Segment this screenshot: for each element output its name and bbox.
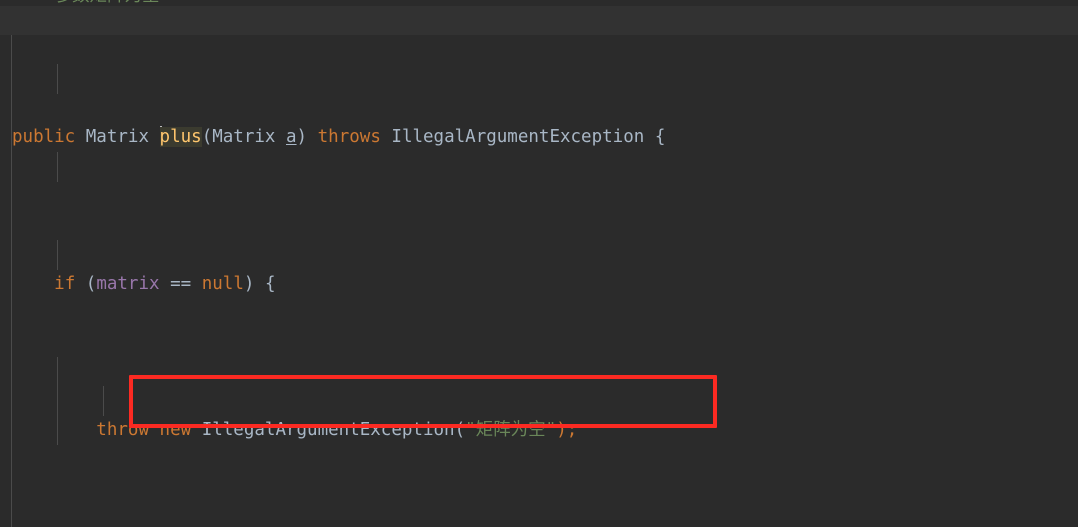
token-type-matrix: Matrix — [85, 127, 149, 148]
token-string-matrix-empty: "矩阵为空" — [465, 420, 557, 441]
code-line-1[interactable]: public Matrix plus(Matrix a) throws Ille… — [0, 123, 1078, 152]
token-paren-open: ( — [85, 273, 97, 294]
token-statement-end: ); — [556, 420, 578, 441]
token-paren-close: ) — [296, 127, 308, 148]
code-line-3[interactable]: throw new IllegalArgumentException("矩阵为空… — [0, 416, 1078, 445]
token-param-name-a: a — [286, 127, 297, 148]
token-operator-eq: == — [170, 273, 192, 294]
token-keyword-if: if — [54, 273, 76, 294]
token-keyword-null: null — [201, 273, 244, 294]
code-text-area[interactable]: public Matrix plus(Matrix a) throws Ille… — [0, 6, 1078, 527]
token-exception-type: IllegalArgumentException — [391, 127, 645, 148]
token-param-type: Matrix — [212, 127, 276, 148]
token-paren-open: ( — [201, 127, 213, 148]
token-keyword-throws: throws — [317, 127, 381, 148]
token-paren-open: ( — [454, 420, 466, 441]
token-keyword-new: new — [159, 420, 192, 441]
token-keyword-throw: throw — [96, 420, 149, 441]
token-exception-type: IllegalArgumentException — [201, 420, 455, 441]
code-editor-pane[interactable]: "参数矩阵为空" public Matrix plus(Matrix a) th… — [0, 0, 1078, 527]
token-method-name-plus[interactable]: plus — [159, 127, 202, 148]
token-brace-open: { — [264, 273, 276, 294]
token-brace-open: { — [654, 127, 666, 148]
token-paren-close: ) — [243, 273, 255, 294]
code-line-2[interactable]: if (matrix == null) { — [0, 270, 1078, 299]
token-keyword-public: public — [12, 127, 76, 148]
token-field-matrix: matrix — [96, 273, 160, 294]
